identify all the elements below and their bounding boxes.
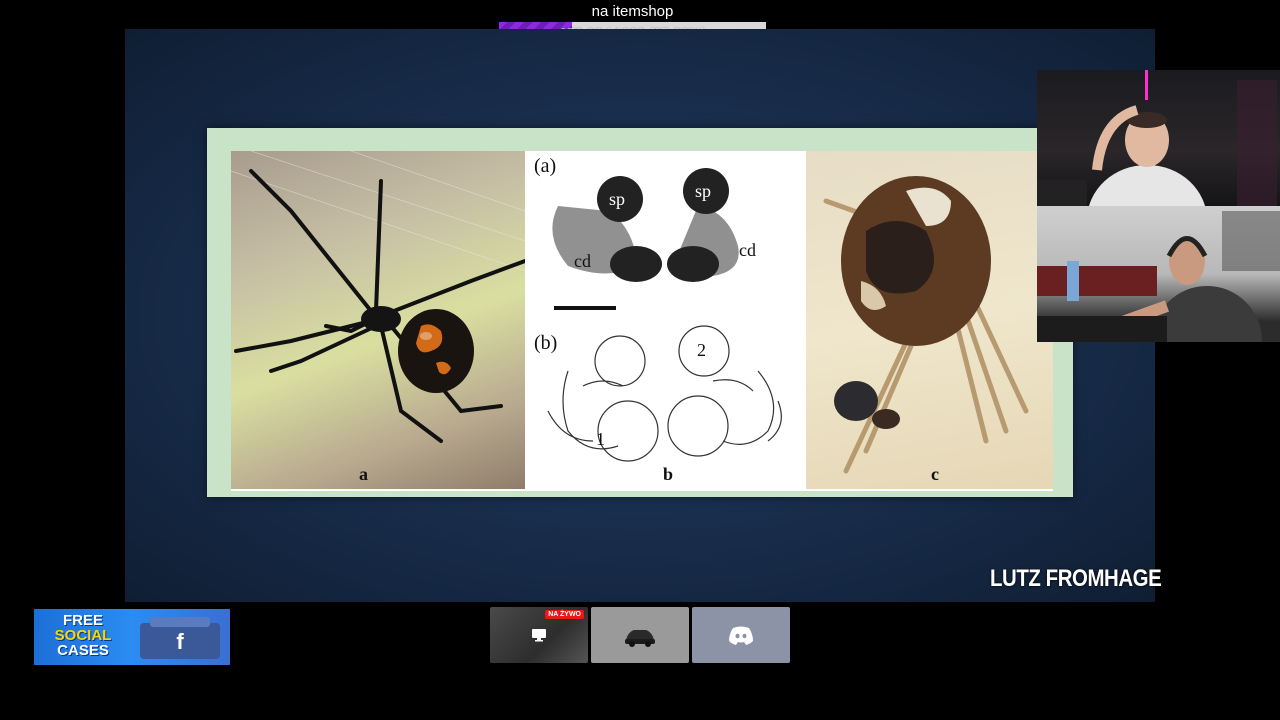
monitor-icon	[532, 629, 546, 642]
diagram-sp-left: sp	[609, 189, 626, 209]
webcam-streamer	[1037, 70, 1280, 206]
diagram-number-2: 2	[697, 340, 706, 360]
panel-b-label: b	[663, 464, 674, 484]
panel-a-label: a	[359, 464, 368, 484]
car-icon	[625, 630, 655, 647]
facebook-icon: f	[140, 617, 220, 659]
promo-line-1: FREE	[62, 612, 103, 629]
guest-webcam-feed	[1037, 211, 1280, 342]
live-badge: NA ŻYWO	[545, 610, 584, 619]
diagram-label-b: (b)	[534, 332, 558, 354]
svg-text:f: f	[176, 629, 184, 654]
diagram-cd-left: cd	[574, 251, 591, 271]
anatomy-diagram-panel	[528, 151, 803, 489]
tile-live-stream[interactable]: NA ŻYWO	[490, 607, 588, 663]
speaker-name-caption: LUTZ FROMHAGE	[990, 565, 1162, 592]
promo-banner[interactable]: FREE SOCIAL CASES f	[34, 609, 230, 665]
diagram-label-a: (a)	[534, 155, 557, 177]
promo-line-2: SOCIAL	[54, 627, 112, 644]
promo-text: FREE SOCIAL CASES	[42, 613, 124, 658]
tile-discord[interactable]	[692, 607, 790, 663]
goal-title: na itemshop	[591, 3, 674, 20]
black-widow-illustration	[231, 151, 525, 443]
diagram-number-1: 1	[596, 429, 605, 449]
redback-spider-illustration	[823, 176, 1029, 474]
spider-photo-panel	[231, 151, 525, 489]
diagram-sp-right: sp	[695, 181, 712, 201]
webcam-guest	[1037, 206, 1280, 342]
streamer-webcam-feed	[1037, 70, 1277, 206]
spider-specimen-panel	[806, 151, 1053, 489]
promo-line-3: CASES	[57, 642, 109, 659]
tile-car[interactable]	[591, 607, 689, 663]
discord-icon	[729, 626, 753, 645]
panel-c-label: c	[931, 464, 939, 484]
spermatheca-diagram	[547, 168, 782, 462]
diagram-cd-right: cd	[739, 240, 756, 260]
